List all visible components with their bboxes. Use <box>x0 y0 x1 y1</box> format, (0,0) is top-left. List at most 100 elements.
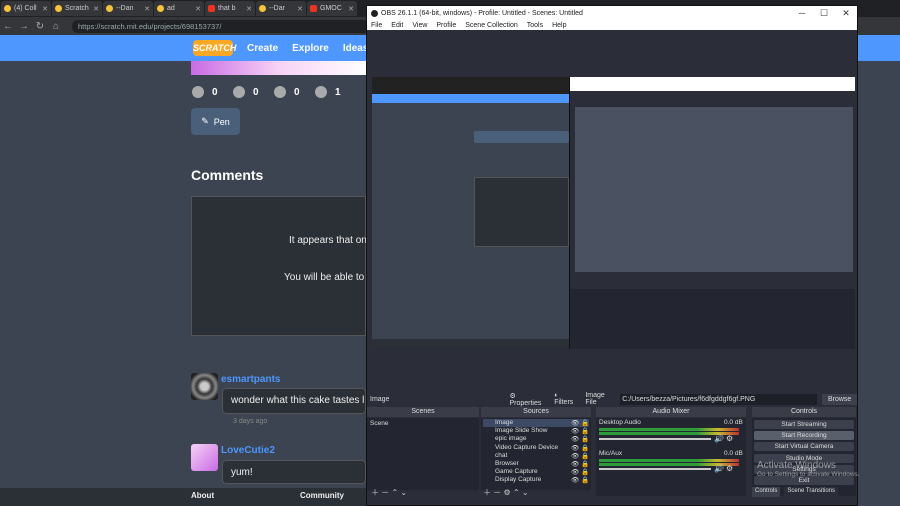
source-item[interactable]: Game Capture 👁 🔒 <box>483 468 589 476</box>
love-stat[interactable]: 0 <box>192 86 218 98</box>
close-icon[interactable]: ✕ <box>246 5 252 13</box>
menu-item-tools[interactable]: Tools <box>527 22 543 29</box>
menu-item-scene-collection[interactable]: Scene Collection <box>465 22 518 29</box>
page-footer: About Community <box>0 488 366 506</box>
browse-button[interactable]: Browse <box>822 393 857 405</box>
start-streaming-button[interactable]: Start Streaming <box>754 420 854 429</box>
lock-icon[interactable]: 🔒 <box>581 419 589 427</box>
browser-tab[interactable]: GMOC ✕ <box>307 1 357 16</box>
pen-extension-button[interactable]: ✎ Pen <box>191 108 240 135</box>
back-icon[interactable]: ← <box>0 21 16 32</box>
close-icon[interactable]: ✕ <box>144 5 150 13</box>
activate-title: Activate Windows <box>757 460 836 471</box>
add-icon[interactable]: ＋ <box>483 488 491 497</box>
start-virtual-camera-button[interactable]: Start Virtual Camera <box>754 442 854 452</box>
lock-icon[interactable]: 🔒 <box>581 427 589 435</box>
source-item[interactable]: chat 👁 🔒 <box>483 452 589 460</box>
lock-icon[interactable]: 🔒 <box>581 460 589 468</box>
pen-label: Pen <box>213 116 230 127</box>
footer-about[interactable]: About <box>191 491 214 500</box>
visibility-icon[interactable]: 👁 <box>571 452 579 460</box>
gear-icon[interactable]: ⚙ <box>726 464 733 473</box>
down-icon[interactable]: ⌄ <box>522 488 529 497</box>
browser-tab[interactable]: --Dan ✕ <box>103 1 153 16</box>
browser-tab[interactable]: (4) Coll ✕ <box>1 1 51 16</box>
source-item[interactable]: Video Capture Device 👁 🔒 <box>483 444 589 452</box>
avatar[interactable] <box>191 444 218 471</box>
home-icon[interactable]: ⌂ <box>48 21 64 32</box>
lock-icon[interactable]: 🔒 <box>581 444 589 452</box>
visibility-icon[interactable]: 👁 <box>571 435 579 443</box>
up-icon[interactable]: ⌃ <box>513 488 520 497</box>
speaker-icon[interactable]: 🔊 <box>714 464 724 473</box>
comment-username[interactable]: LoveCutie2 <box>221 445 275 456</box>
scratch-logo[interactable]: SCRATCH <box>193 40 236 56</box>
lock-icon[interactable]: 🔒 <box>581 452 589 460</box>
scene-item[interactable]: Scene <box>370 420 388 427</box>
nav-create[interactable]: Create <box>247 43 278 54</box>
visibility-icon[interactable]: 👁 <box>571 444 579 452</box>
visibility-icon[interactable]: 👁 <box>571 468 579 476</box>
browser-tab[interactable]: ad ✕ <box>154 1 204 16</box>
menu-item-file[interactable]: File <box>371 22 382 29</box>
source-item[interactable]: epic image 👁 🔒 <box>483 435 589 443</box>
lock-icon[interactable]: 🔒 <box>581 476 589 484</box>
lock-icon[interactable]: 🔒 <box>581 435 589 443</box>
gear-icon[interactable]: ⚙ <box>726 434 733 443</box>
add-icon[interactable]: ＋ <box>371 488 379 497</box>
tab-controls[interactable]: Controls <box>752 487 781 497</box>
visibility-icon[interactable]: 👁 <box>571 427 579 435</box>
source-item[interactable]: Image 👁 🔒 <box>483 419 589 427</box>
close-icon[interactable]: ✕ <box>348 5 354 13</box>
gear-icon[interactable]: ⚙ <box>503 488 510 497</box>
menu-item-view[interactable]: View <box>412 22 427 29</box>
volume-slider[interactable] <box>599 438 711 440</box>
reload-icon[interactable]: ↻ <box>32 21 48 32</box>
tab-scene-transitions[interactable]: Scene Transitions <box>784 487 839 497</box>
visibility-icon[interactable]: 👁 <box>571 460 579 468</box>
maximize-icon[interactable]: ☐ <box>813 8 835 19</box>
close-icon[interactable]: ✕ <box>297 5 303 13</box>
browser-tab[interactable]: Scratch ✕ <box>52 1 102 16</box>
nav-ideas[interactable]: Ideas <box>343 43 369 54</box>
source-toolbar: Image ⚙ Properties ◐ Filters Image File … <box>367 392 857 407</box>
source-item[interactable]: Display Capture 👁 🔒 <box>483 476 589 484</box>
down-icon[interactable]: ⌄ <box>400 488 407 497</box>
minimize-icon[interactable]: ─ <box>791 8 813 19</box>
close-icon[interactable]: ✕ <box>835 8 857 19</box>
speaker-icon[interactable]: 🔊 <box>714 434 724 443</box>
preview-footer <box>372 339 569 349</box>
volume-slider[interactable] <box>599 468 711 470</box>
controls-dock-title: Controls <box>752 407 856 417</box>
up-icon[interactable]: ⌃ <box>391 488 398 497</box>
properties-button[interactable]: ⚙ Properties <box>509 392 546 407</box>
footer-community[interactable]: Community <box>300 491 344 500</box>
close-icon[interactable]: ✕ <box>93 5 99 13</box>
obs-preview[interactable] <box>372 77 855 349</box>
visibility-icon[interactable]: 👁 <box>571 419 579 427</box>
favorite-stat[interactable]: 0 <box>233 86 259 98</box>
image-path-field[interactable]: C:/Users/bezza/Pictures/f6dfgddgf6gf.PNG <box>620 393 818 405</box>
menu-item-help[interactable]: Help <box>552 22 566 29</box>
nav-explore[interactable]: Explore <box>292 43 329 54</box>
source-label: Display Capture <box>495 476 542 484</box>
source-label: Video Capture Device <box>495 443 559 451</box>
visibility-icon[interactable]: 👁 <box>571 476 579 484</box>
remove-icon[interactable]: － <box>381 488 389 497</box>
start-recording-button[interactable]: Start Recording <box>754 431 854 441</box>
favicon-icon <box>208 5 215 12</box>
menu-item-profile[interactable]: Profile <box>436 22 456 29</box>
menu-item-edit[interactable]: Edit <box>391 22 403 29</box>
avatar[interactable] <box>191 373 218 400</box>
remove-icon[interactable]: － <box>493 488 501 497</box>
browser-tab[interactable]: that b ✕ <box>205 1 255 16</box>
forward-icon[interactable]: → <box>16 21 32 32</box>
filters-button[interactable]: ◐ Filters <box>554 392 577 406</box>
lock-icon[interactable]: 🔒 <box>581 468 589 476</box>
browser-tab[interactable]: --Dar ✕ <box>256 1 306 16</box>
close-icon[interactable]: ✕ <box>42 5 48 13</box>
source-item[interactable]: Image Slide Show 👁 🔒 <box>483 427 589 435</box>
comment-username[interactable]: esmartpants <box>221 374 280 385</box>
source-item[interactable]: Browser 👁 🔒 <box>483 460 589 468</box>
close-icon[interactable]: ✕ <box>195 5 201 13</box>
